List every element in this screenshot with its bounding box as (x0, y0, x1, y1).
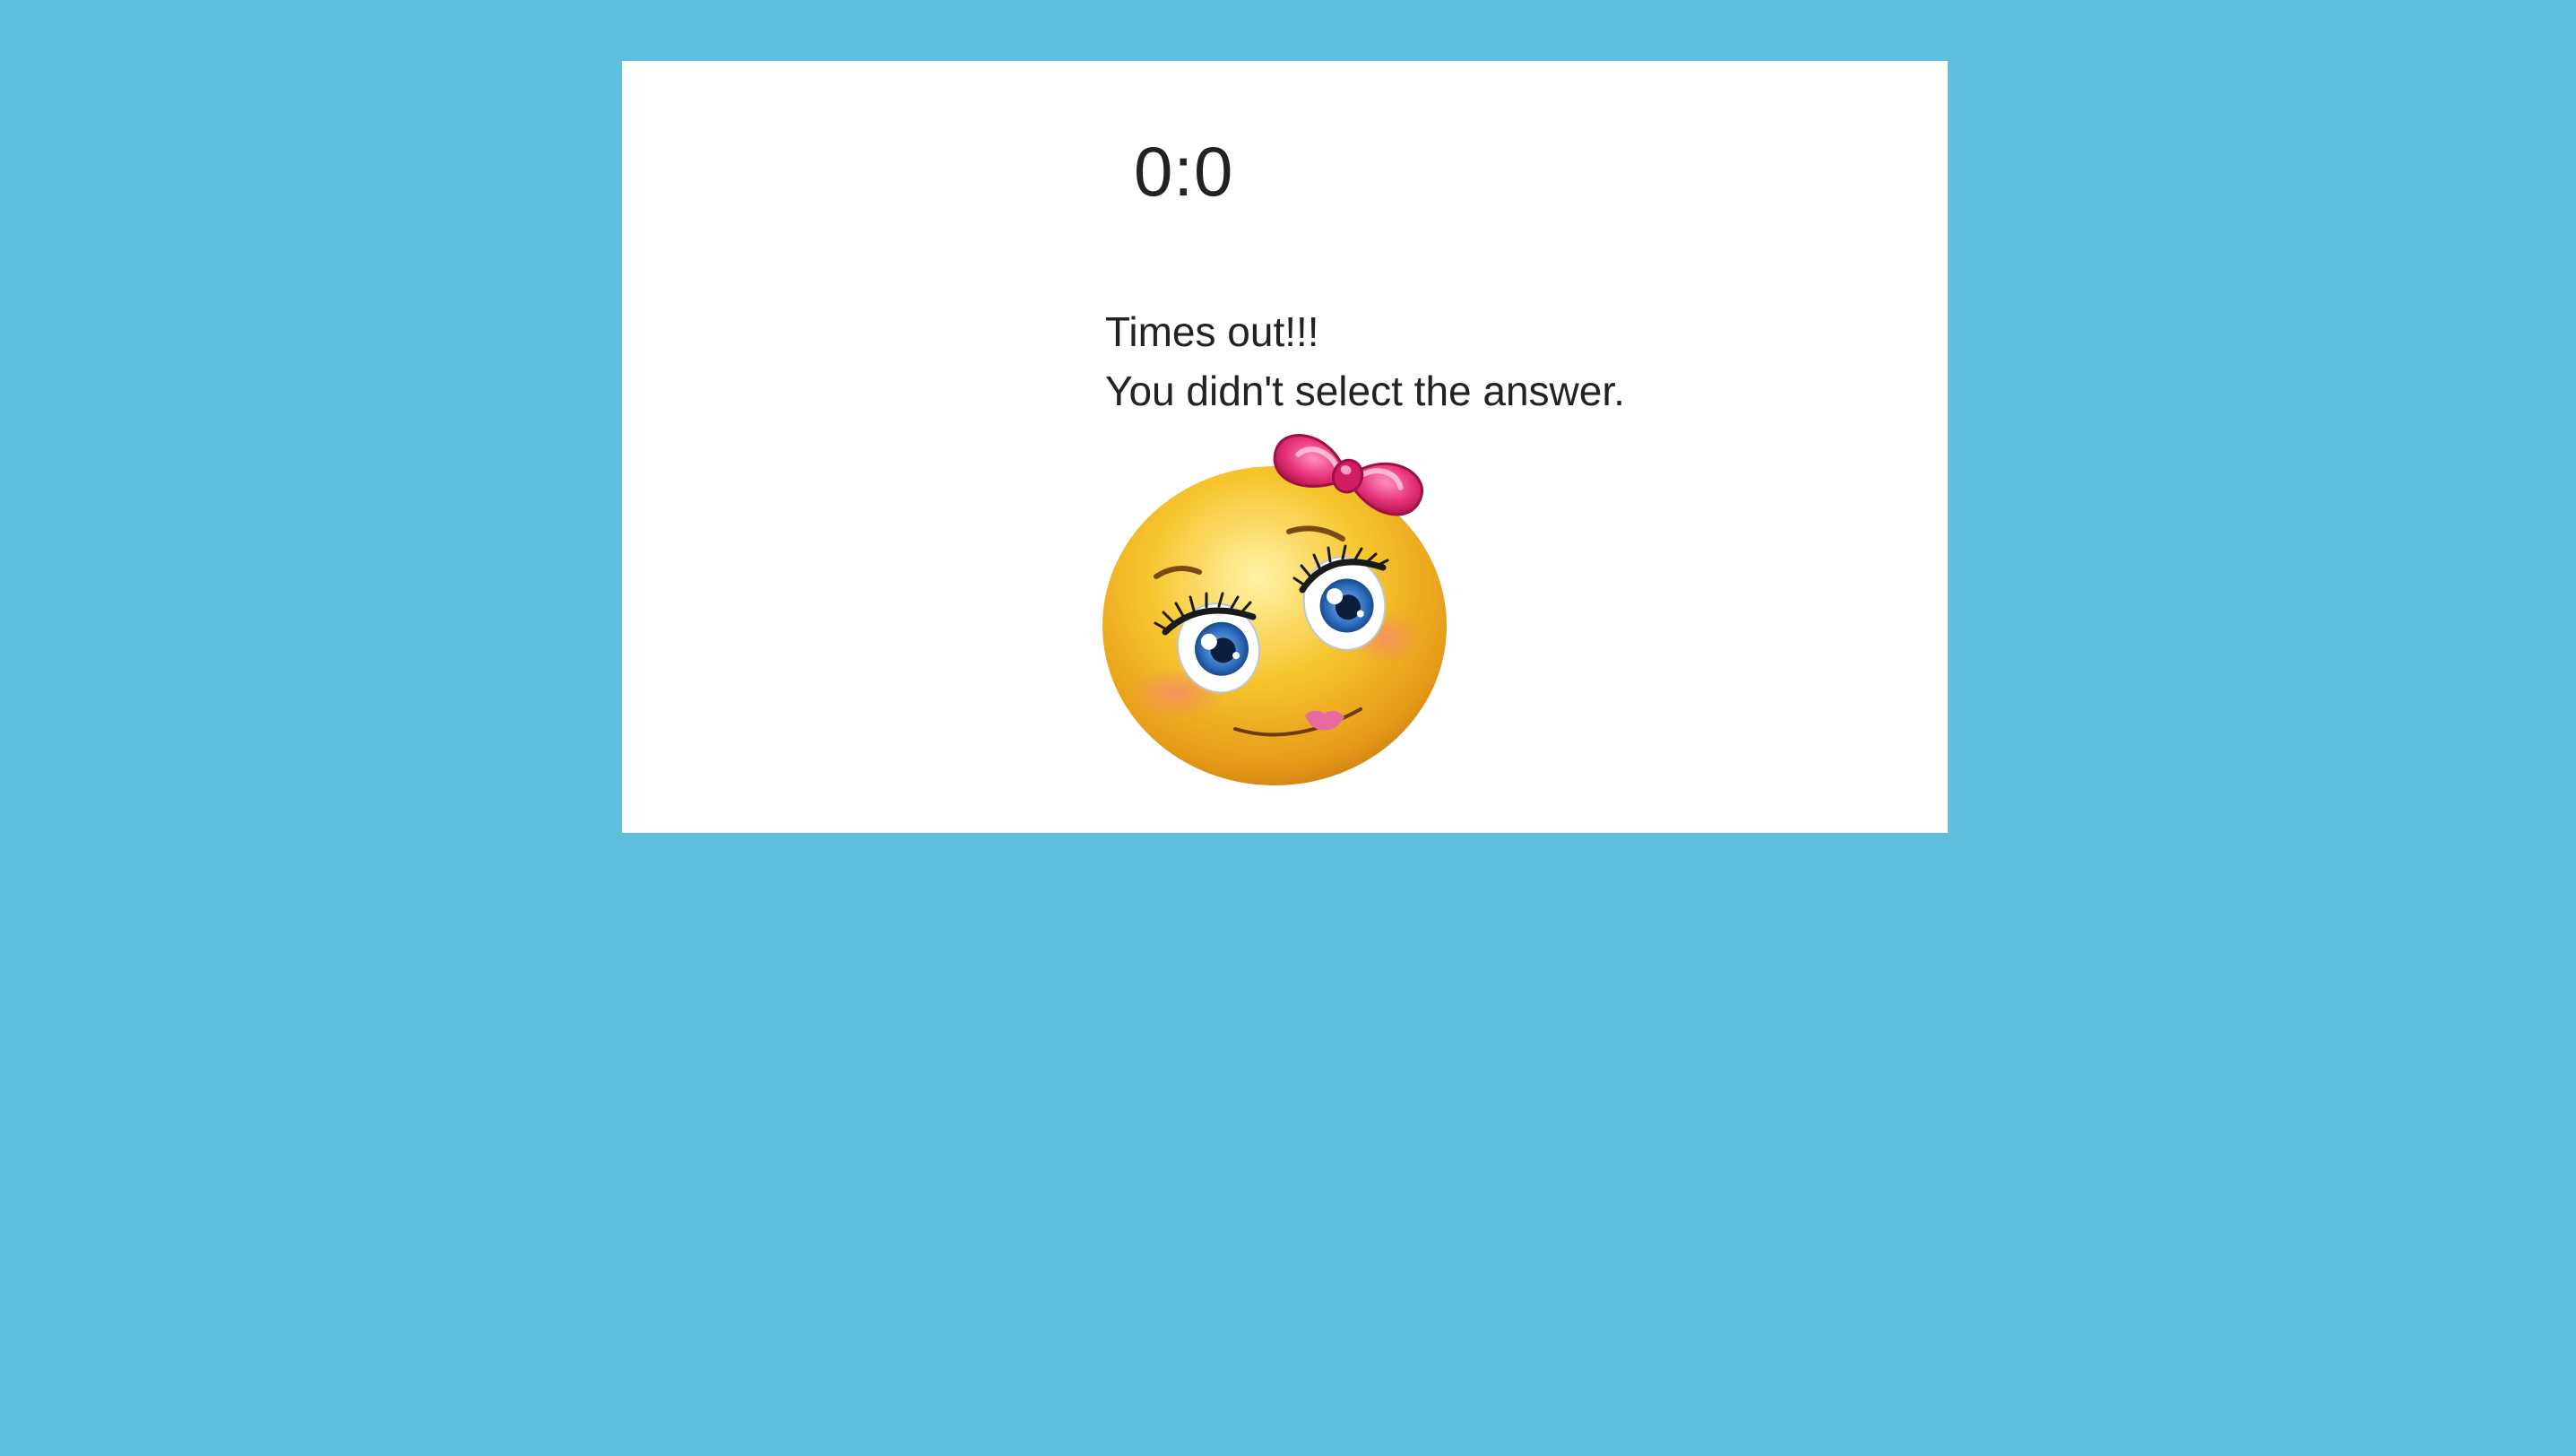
no-answer-message: You didn't select the answer. (1105, 368, 1625, 414)
times-out-message: Times out!!! (1105, 308, 1319, 355)
quiz-result-card: 0:0 Times out!!! You didn't select the a… (622, 61, 1948, 833)
smiley-girl-with-bow-icon (1102, 434, 1447, 785)
countdown-timer: 0:0 (1134, 132, 1234, 211)
